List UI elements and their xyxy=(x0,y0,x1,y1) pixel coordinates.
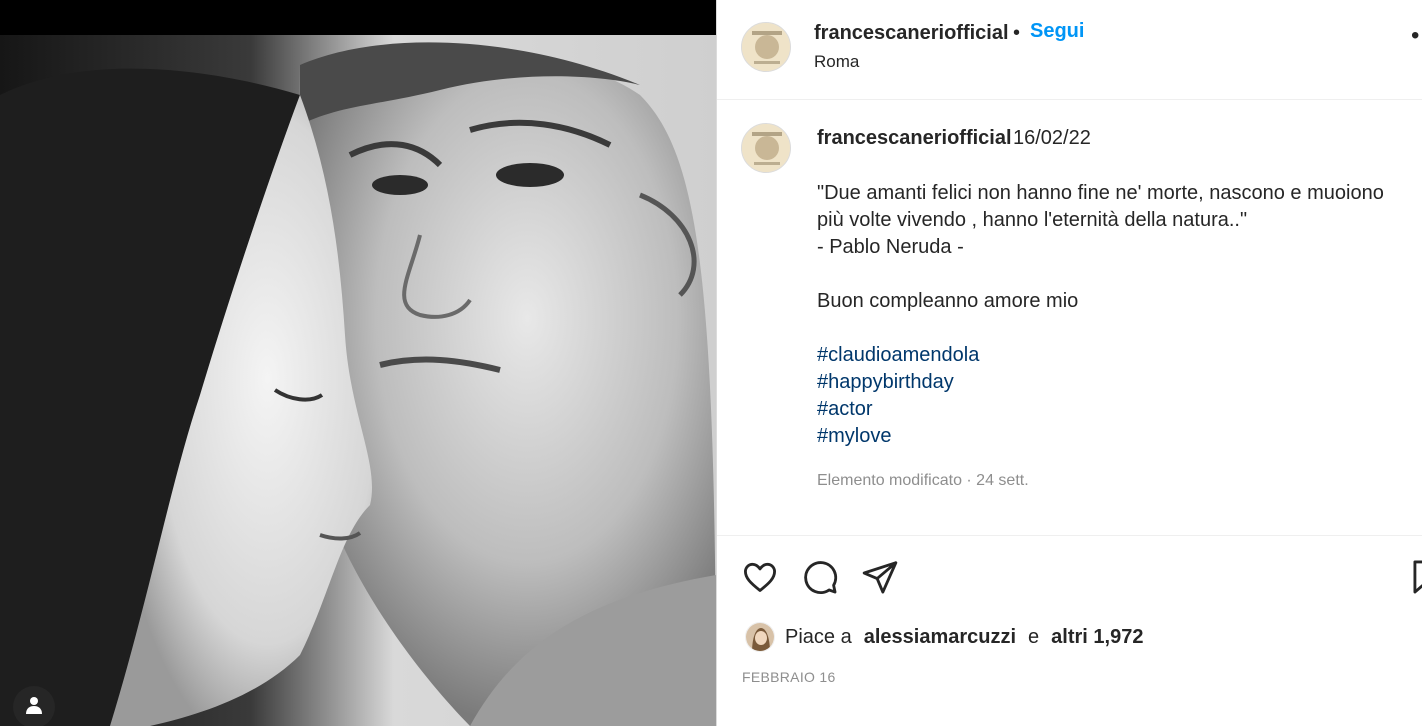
person-icon xyxy=(24,695,44,720)
caption-message: Buon compleanno amore mio xyxy=(817,290,1079,312)
photo-letterbox-bar xyxy=(0,0,716,35)
post-location[interactable]: Roma xyxy=(814,52,859,72)
hashtag-link[interactable]: #actor xyxy=(817,396,1422,423)
likes-prefix: Piace a xyxy=(785,625,852,648)
photo-illustration xyxy=(0,35,716,726)
author-avatar[interactable] xyxy=(741,22,791,72)
caption-edited-meta: Elemento modificato · 24 sett. xyxy=(817,472,1029,489)
post-photo[interactable] xyxy=(0,35,716,726)
caption-text: "Due amanti felici non hanno fine ne' mo… xyxy=(817,180,1422,450)
post-photo-area xyxy=(0,0,716,726)
comment-icon[interactable] xyxy=(801,558,839,596)
post-actions-section: Piace a alessiamarcuzzi e altri 1,972 FE… xyxy=(717,535,1422,726)
caption-quote-line-1: "Due amanti felici non hanno fine ne' mo… xyxy=(817,182,1384,204)
likes-count-link[interactable]: altri 1,972 xyxy=(1051,626,1143,649)
caption-quote-line-2: più volte vivendo , hanno l'eternità del… xyxy=(817,209,1248,231)
likes-summary: Piace a alessiamarcuzzi e altri 1,972 xyxy=(745,621,1143,653)
hashtag-link[interactable]: #happybirthday xyxy=(817,369,1422,396)
caption-author-avatar[interactable] xyxy=(741,123,791,173)
first-liker-link[interactable]: alessiamarcuzzi xyxy=(864,626,1016,649)
liker-avatar[interactable] xyxy=(745,622,775,652)
author-username[interactable]: francescaneriofficial xyxy=(814,22,1009,45)
heart-icon[interactable] xyxy=(741,558,779,596)
post-details-panel: francescaneriofficial • Segui Roma • fra… xyxy=(716,0,1422,726)
follow-button[interactable]: Segui xyxy=(1030,20,1084,43)
post-date[interactable]: FEBBRAIO 16 xyxy=(742,669,836,685)
post-header: francescaneriofficial • Segui Roma • xyxy=(717,0,1422,100)
likes-conjunction: e xyxy=(1028,625,1040,648)
more-options-icon[interactable]: • xyxy=(1411,24,1419,48)
bookmark-icon[interactable] xyxy=(1407,558,1422,596)
header-separator: • xyxy=(1013,22,1021,44)
instagram-post-view: francescaneriofficial • Segui Roma • fra… xyxy=(0,0,1422,726)
caption-username[interactable]: francescaneriofficial xyxy=(817,127,1012,150)
hashtag-link[interactable]: #mylove xyxy=(817,423,1422,450)
caption-date: 16/02/22 xyxy=(1013,127,1091,149)
caption-quote-author: - Pablo Neruda - xyxy=(817,236,964,258)
user-tags-button[interactable] xyxy=(13,686,55,726)
hashtag-link[interactable]: #claudioamendola xyxy=(817,342,1422,369)
paper-plane-icon[interactable] xyxy=(861,558,899,596)
